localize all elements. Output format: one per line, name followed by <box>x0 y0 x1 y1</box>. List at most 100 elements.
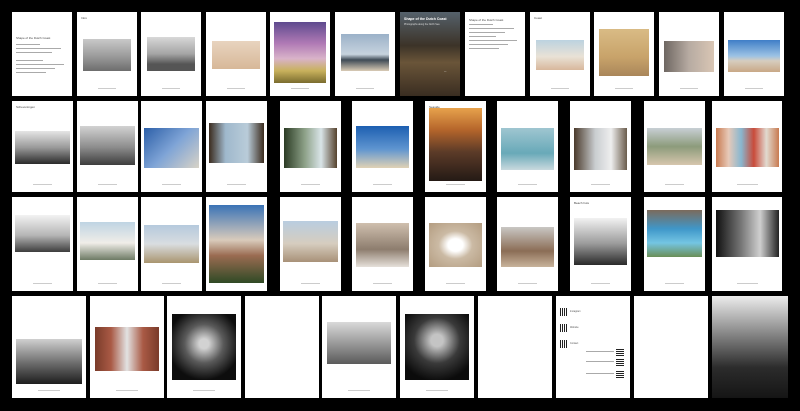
photograph[interactable] <box>574 217 627 265</box>
photograph[interactable] <box>429 108 482 182</box>
book-page[interactable] <box>77 197 138 291</box>
book-page[interactable] <box>425 197 486 291</box>
qr-code[interactable] <box>560 324 568 332</box>
book-page[interactable] <box>594 12 654 96</box>
book-page[interactable]: Shape of the Dutch Coast Photographs alon… <box>400 12 460 96</box>
book-page[interactable] <box>352 101 413 192</box>
photograph[interactable] <box>501 128 554 171</box>
book-page[interactable] <box>712 101 782 192</box>
book-page[interactable] <box>141 101 202 192</box>
book-page[interactable] <box>712 296 788 398</box>
book-page[interactable] <box>644 197 705 291</box>
photo-caption <box>301 184 320 185</box>
photograph[interactable] <box>83 38 131 71</box>
photograph[interactable] <box>172 314 236 380</box>
photograph[interactable] <box>283 220 338 262</box>
book-page[interactable] <box>400 296 474 398</box>
book-page[interactable] <box>335 12 395 96</box>
qr-code[interactable] <box>560 340 568 348</box>
book-page[interactable]: Beach huts <box>570 197 631 291</box>
photograph[interactable] <box>405 314 469 380</box>
qr-code[interactable] <box>616 370 624 378</box>
book-page[interactable]: Shape of the Dutch Coast <box>12 12 72 96</box>
photograph[interactable] <box>501 227 554 267</box>
text-line <box>469 40 517 41</box>
book-page[interactable] <box>712 197 782 291</box>
book-page[interactable] <box>497 197 558 291</box>
book-page[interactable] <box>245 296 319 398</box>
photograph[interactable] <box>80 126 135 165</box>
photograph[interactable] <box>209 122 264 163</box>
qr-code[interactable] <box>616 358 624 366</box>
photograph[interactable] <box>284 128 337 169</box>
book-page[interactable] <box>141 197 202 291</box>
book-page[interactable] <box>322 296 396 398</box>
text-line <box>586 373 614 374</box>
book-page[interactable] <box>206 12 266 96</box>
book-page[interactable] <box>352 197 413 291</box>
book-page[interactable] <box>497 101 558 192</box>
book-page[interactable]: Scheveningen <box>12 101 73 192</box>
book-page[interactable]: Shape of the Dutch Coast <box>465 12 525 96</box>
text-line <box>469 24 493 25</box>
book-page[interactable]: Intro <box>77 12 137 96</box>
photo-caption <box>33 184 52 185</box>
book-page[interactable] <box>280 101 341 192</box>
book-page[interactable]: Instagram Website Contact <box>556 296 630 398</box>
qr-code[interactable] <box>616 348 624 356</box>
text-line <box>586 361 614 362</box>
photograph[interactable] <box>15 338 83 384</box>
photograph[interactable] <box>147 37 195 71</box>
photograph[interactable] <box>715 128 779 167</box>
book-page[interactable]: Seaside <box>425 101 486 192</box>
text-line <box>16 60 43 61</box>
photo-caption <box>591 283 610 284</box>
text-line <box>16 72 46 73</box>
book-page[interactable] <box>90 296 164 398</box>
book-page[interactable] <box>206 197 267 291</box>
photograph[interactable] <box>356 223 409 267</box>
photo-caption <box>115 390 139 391</box>
photograph[interactable] <box>356 126 409 169</box>
book-page[interactable]: Coast <box>530 12 590 96</box>
book-page[interactable] <box>659 12 719 96</box>
photograph[interactable] <box>341 33 389 71</box>
photograph[interactable] <box>574 128 627 171</box>
book-page[interactable] <box>12 197 73 291</box>
book-page[interactable] <box>77 101 138 192</box>
book-page[interactable] <box>12 296 86 398</box>
photograph[interactable] <box>429 223 482 267</box>
photograph[interactable] <box>209 204 264 284</box>
photograph[interactable] <box>536 39 584 70</box>
book-page[interactable] <box>141 12 201 96</box>
book-page[interactable] <box>270 12 330 96</box>
photograph[interactable] <box>212 40 260 70</box>
photograph[interactable] <box>712 296 788 398</box>
photograph[interactable] <box>95 326 159 372</box>
photo-caption <box>227 88 245 89</box>
photograph[interactable] <box>598 28 650 76</box>
photo-caption <box>736 184 758 185</box>
photograph[interactable] <box>663 40 715 73</box>
photograph[interactable] <box>274 22 326 83</box>
photograph[interactable] <box>715 210 779 258</box>
photograph[interactable] <box>144 128 199 169</box>
photograph[interactable] <box>15 214 70 253</box>
photograph[interactable] <box>647 210 702 258</box>
photograph[interactable] <box>728 39 780 72</box>
book-page[interactable] <box>644 101 705 192</box>
qr-code[interactable] <box>560 308 568 316</box>
photo-caption <box>192 390 216 391</box>
photograph[interactable] <box>647 128 702 165</box>
photograph[interactable] <box>80 222 135 260</box>
photograph[interactable] <box>15 131 70 164</box>
book-page[interactable] <box>206 101 267 192</box>
book-page[interactable] <box>634 296 708 398</box>
photograph[interactable] <box>327 321 391 365</box>
book-page[interactable] <box>724 12 784 96</box>
photograph[interactable] <box>144 225 199 263</box>
book-page[interactable] <box>280 197 341 291</box>
book-page[interactable] <box>167 296 241 398</box>
book-page[interactable] <box>478 296 552 398</box>
book-page[interactable] <box>570 101 631 192</box>
